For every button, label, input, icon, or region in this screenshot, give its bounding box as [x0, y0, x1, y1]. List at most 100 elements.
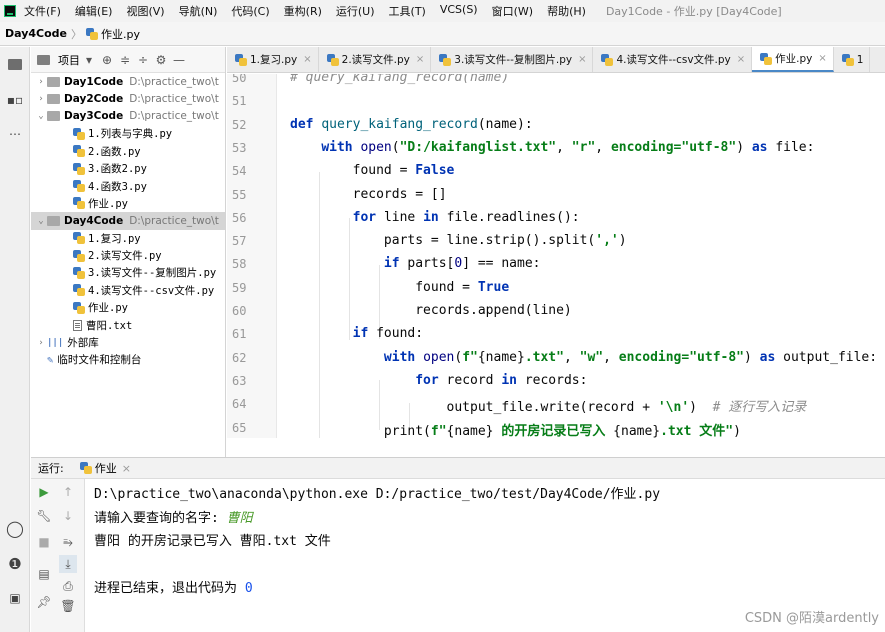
close-icon[interactable]: × — [303, 54, 311, 65]
tree-item[interactable]: 2.读写文件.py — [31, 247, 225, 264]
code-token: ( — [391, 139, 400, 155]
run-tab[interactable]: 作业 × — [79, 460, 131, 476]
tree-item[interactable]: 3.函数2.py — [31, 160, 225, 177]
python-file-icon — [73, 232, 85, 245]
menu-item[interactable]: 文件(F) — [24, 3, 61, 19]
more-tools-icon[interactable]: ⋯ — [7, 127, 23, 141]
text-file-icon — [73, 319, 82, 331]
tree-item[interactable]: 作业.py — [31, 299, 225, 316]
terminal-icon[interactable]: ▣ — [7, 591, 23, 605]
tree-item[interactable]: › Day1Code D:\practice_two\t — [31, 73, 225, 90]
expand-all-icon[interactable]: ≑ — [116, 53, 134, 67]
tree-item[interactable]: 1.复习.py — [31, 230, 225, 247]
editor-tab[interactable]: 3.读写文件--复制图片.py × — [431, 47, 594, 72]
tab-label: 3.读写文件--复制图片.py — [454, 54, 573, 66]
close-icon[interactable]: × — [416, 54, 424, 65]
tree-item[interactable]: › ||| 外部库 — [31, 334, 225, 351]
expand-arrow-icon[interactable]: ⌄ — [35, 216, 47, 226]
menu-item[interactable]: 视图(V) — [126, 3, 164, 19]
tree-item-label: 4.函数3.py — [88, 180, 147, 193]
expand-arrow-icon[interactable]: ⌄ — [35, 111, 47, 121]
soft-wrap-icon[interactable]: ⥱ — [59, 533, 77, 551]
editor-tab[interactable]: 1 — [834, 47, 871, 72]
menu-item[interactable]: 重构(R) — [284, 3, 322, 19]
chevron-down-icon[interactable]: ▾ — [80, 53, 98, 67]
menu-item[interactable]: 帮助(H) — [547, 3, 586, 19]
code-line: records.append(line) — [290, 303, 572, 318]
editor-tab[interactable]: 1.复习.py × — [227, 47, 319, 72]
scroll-to-end-icon[interactable]: ⤓ — [59, 555, 77, 573]
structure-tool-icon[interactable]: ▪▫ — [7, 93, 23, 107]
close-icon[interactable]: × — [818, 53, 826, 64]
layout-icon[interactable]: ▤ — [35, 565, 53, 583]
menu-item[interactable]: VCS(S) — [440, 3, 478, 19]
print-icon[interactable]: ⎙ — [59, 577, 77, 595]
tree-item[interactable]: 1.列表与字典.py — [31, 125, 225, 142]
menu-item[interactable]: 编辑(E) — [75, 3, 113, 19]
close-icon[interactable]: × — [122, 462, 131, 475]
close-icon[interactable]: × — [737, 54, 745, 65]
tab-label: 作业.py — [775, 53, 813, 65]
python-file-icon — [73, 301, 85, 314]
menu-item[interactable]: 窗口(W) — [492, 3, 533, 19]
expand-arrow-icon[interactable]: › — [35, 77, 47, 87]
code-token: found = — [290, 279, 478, 295]
search-everywhere-icon[interactable]: ◯ — [6, 519, 24, 538]
python-file-icon — [86, 27, 99, 40]
expand-arrow-icon[interactable]: › — [35, 338, 47, 348]
tree-item[interactable]: ⌄ Day3Code D:\practice_two\t — [31, 108, 225, 125]
tree-item[interactable]: ⌄ Day4Code D:\practice_two\t — [31, 212, 225, 230]
code-token: {name} — [446, 423, 494, 439]
code-editor[interactable]: # query_kaifang_record(name) def query_ka… — [278, 74, 885, 438]
tree-item[interactable]: 4.函数3.py — [31, 177, 225, 194]
rerun-icon[interactable]: ▶ — [35, 483, 53, 501]
tree-item[interactable]: › Day2Code D:\practice_two\t — [31, 90, 225, 107]
collapse-all-icon[interactable]: ÷ — [134, 53, 152, 67]
scroll-up-icon[interactable]: ↑ — [59, 483, 77, 501]
pin-icon[interactable]: 📌︎ — [35, 593, 53, 611]
menu-item[interactable]: 工具(T) — [389, 3, 426, 19]
tree-item[interactable]: 2.函数.py — [31, 143, 225, 160]
editor-tab[interactable]: 作业.py × — [752, 47, 834, 72]
tab-label: 1.复习.py — [250, 54, 298, 66]
editor-tab-bar: 1.复习.py × 2.读写文件.py × 3.读写文件--复制图片.py × 4.读写文件… — [227, 47, 885, 73]
gear-icon[interactable]: ⚙ — [152, 53, 170, 67]
scroll-down-icon[interactable]: ↓ — [59, 507, 77, 525]
tree-item[interactable]: 作业.py — [31, 195, 225, 212]
python-file-icon — [235, 53, 247, 66]
python-file-icon — [73, 197, 85, 210]
code-line: for record in records: — [290, 373, 587, 388]
menu-item[interactable]: 导航(N) — [179, 3, 218, 19]
stop-icon[interactable]: ■ — [35, 533, 53, 551]
project-tool-icon[interactable] — [7, 57, 23, 71]
problems-icon[interactable]: ❶ — [7, 555, 23, 573]
code-line: if parts[0] == name: — [290, 256, 541, 271]
code-token: f" — [462, 349, 478, 365]
expand-arrow-icon[interactable]: › — [35, 94, 47, 104]
editor-tab[interactable]: 4.读写文件--csv文件.py × — [593, 47, 753, 72]
menu-item[interactable]: 运行(U) — [336, 3, 375, 19]
project-panel-label[interactable]: 项目 — [58, 52, 80, 68]
editor-tab[interactable]: 2.读写文件.py × — [319, 47, 432, 72]
breadcrumb-project[interactable]: Day4Code — [5, 27, 67, 40]
code-token: "r" — [571, 139, 596, 155]
breadcrumb-file[interactable]: 作业.py — [101, 26, 140, 42]
locate-icon[interactable]: ⊕ — [98, 53, 116, 67]
code-token: line — [383, 209, 424, 225]
menu-item[interactable]: 代码(C) — [231, 3, 269, 19]
trash-icon[interactable]: 🗑︎ — [59, 597, 77, 615]
ide-window: 文件(F) 编辑(E) 视图(V) 导航(N) 代码(C) 重构(R) 运行(U) 工具(T)… — [0, 0, 885, 632]
tree-item[interactable]: 3.读写文件--复制图片.py — [31, 264, 225, 281]
code-token: # 逐行写入记录 — [712, 400, 807, 416]
wrench-icon[interactable]: 🔧︎ — [35, 507, 53, 525]
tree-item[interactable]: 4.读写文件--csv文件.py — [31, 282, 225, 299]
tree-item-label: Day4Code — [64, 214, 124, 227]
tree-item[interactable]: 曹阳.txt — [31, 316, 225, 333]
line-number: 54 — [232, 164, 247, 179]
close-icon[interactable]: × — [578, 54, 586, 65]
tree-item[interactable]: ✎ 临时文件和控制台 — [31, 351, 225, 368]
folder-icon — [47, 94, 60, 105]
hide-panel-icon[interactable]: — — [170, 53, 188, 67]
code-token: query_kaifang_record — [321, 116, 478, 132]
